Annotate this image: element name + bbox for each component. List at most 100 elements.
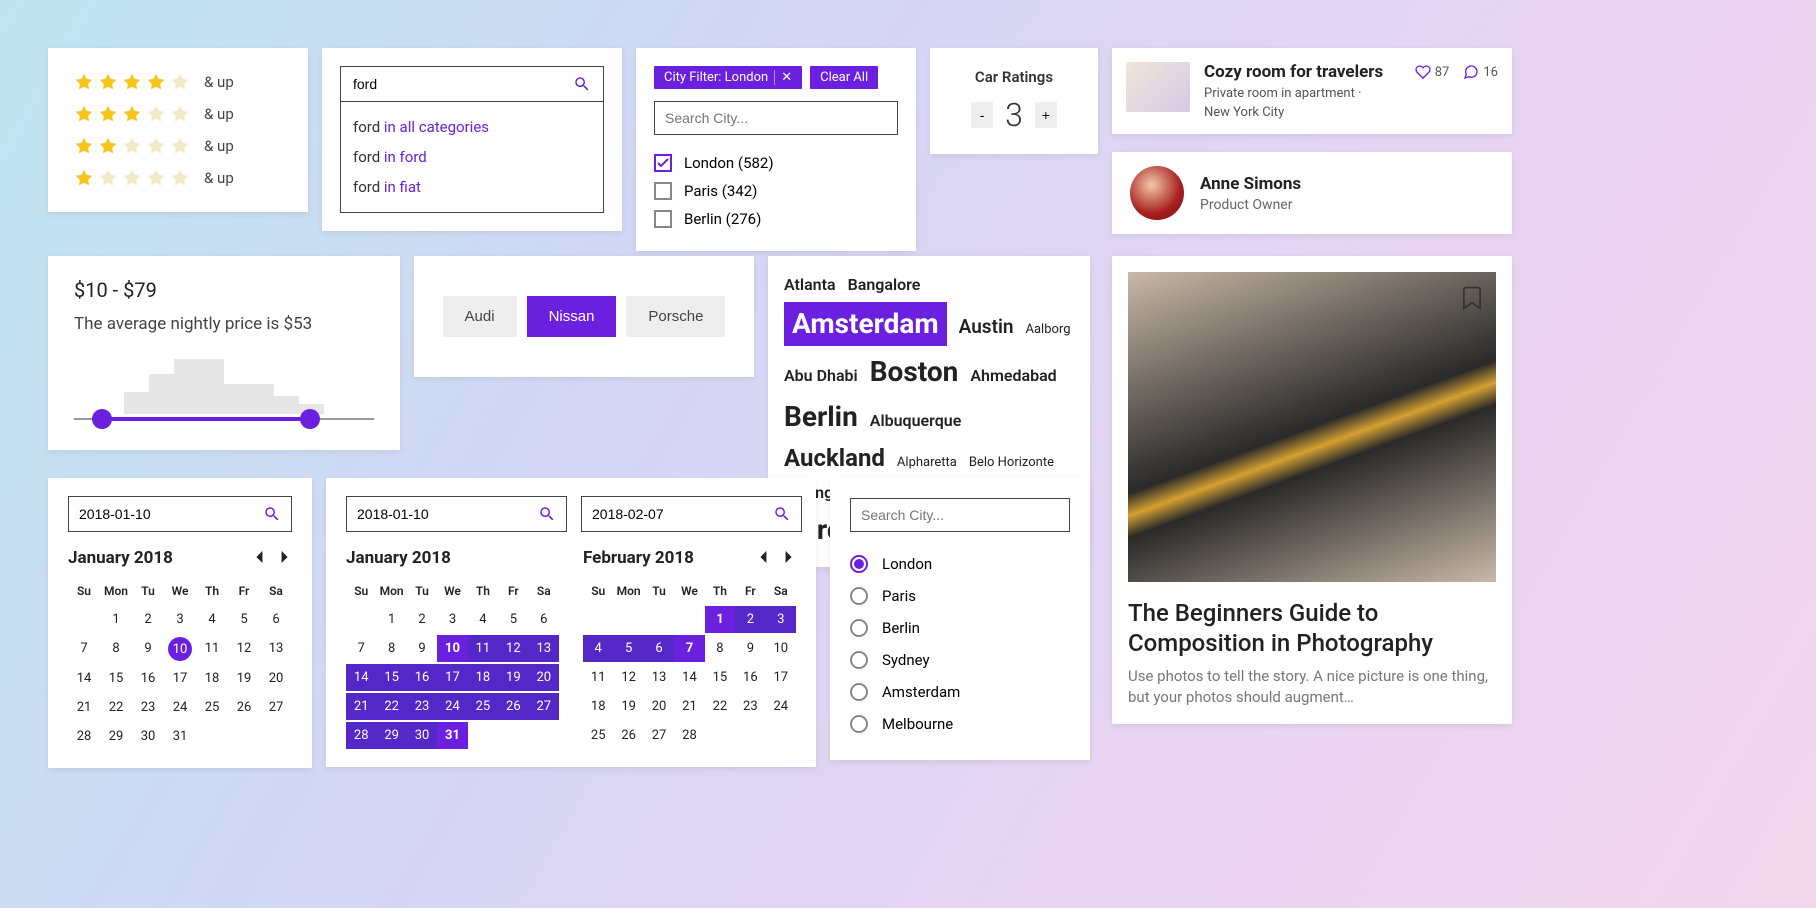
day-31[interactable]: 31 xyxy=(164,723,196,750)
day-27[interactable]: 27 xyxy=(260,694,292,721)
day-6[interactable]: 6 xyxy=(260,606,292,633)
tag-austin[interactable]: Austin xyxy=(959,314,1014,341)
city-search-input[interactable] xyxy=(654,101,898,135)
day-20[interactable]: 20 xyxy=(644,693,674,720)
day-2[interactable]: 2 xyxy=(735,606,765,633)
day-1[interactable]: 1 xyxy=(376,606,406,633)
day-3[interactable]: 3 xyxy=(766,606,796,633)
likes-count[interactable]: 87 xyxy=(1415,64,1450,80)
toggle-porsche[interactable]: Porsche xyxy=(626,296,725,337)
day-15[interactable]: 15 xyxy=(376,664,406,691)
tag-aalborg[interactable]: Aalborg xyxy=(1026,321,1071,339)
day-17[interactable]: 17 xyxy=(766,664,796,691)
listing-card[interactable]: Cozy room for travelers Private room in … xyxy=(1112,48,1512,134)
day-16[interactable]: 16 xyxy=(407,664,437,691)
date-input-end[interactable] xyxy=(581,496,802,532)
day-15[interactable]: 15 xyxy=(705,664,735,691)
day-30[interactable]: 30 xyxy=(407,722,437,749)
day-9[interactable]: 9 xyxy=(735,635,765,662)
clear-all-button[interactable]: Clear All xyxy=(810,66,878,89)
day-1[interactable]: 1 xyxy=(100,606,132,633)
date-field-end[interactable] xyxy=(592,506,773,522)
suggestion-1[interactable]: ford in ford xyxy=(353,142,591,172)
rating-row-3[interactable]: & up xyxy=(74,104,282,124)
day-9[interactable]: 9 xyxy=(132,635,164,663)
day-9[interactable]: 9 xyxy=(407,635,437,662)
suggestion-2[interactable]: ford in fiat xyxy=(353,172,591,202)
day-7[interactable]: 7 xyxy=(68,635,100,663)
day-29[interactable]: 29 xyxy=(100,723,132,750)
day-5[interactable]: 5 xyxy=(613,635,643,662)
day-28[interactable]: 28 xyxy=(674,722,704,749)
city-check-1[interactable]: Paris (342) xyxy=(654,177,898,205)
close-icon[interactable]: ✕ xyxy=(774,70,792,85)
day-2[interactable]: 2 xyxy=(132,606,164,633)
day-31[interactable]: 31 xyxy=(437,722,467,749)
tag-atlanta[interactable]: Atlanta xyxy=(784,274,836,296)
day-12[interactable]: 12 xyxy=(498,635,528,662)
prev-month-button[interactable] xyxy=(252,549,268,568)
day-22[interactable]: 22 xyxy=(100,694,132,721)
day-16[interactable]: 16 xyxy=(132,665,164,692)
date-field-start[interactable] xyxy=(357,506,538,522)
date-input[interactable] xyxy=(68,496,292,532)
day-6[interactable]: 6 xyxy=(644,635,674,662)
day-6[interactable]: 6 xyxy=(529,606,559,633)
radio-amsterdam[interactable]: Amsterdam xyxy=(850,676,1070,708)
toggle-nissan[interactable]: Nissan xyxy=(527,296,617,337)
day-21[interactable]: 21 xyxy=(674,693,704,720)
tag-berlin[interactable]: Berlin xyxy=(784,397,858,436)
suggestion-0[interactable]: ford in all categories xyxy=(353,112,591,142)
day-12[interactable]: 12 xyxy=(228,635,260,663)
decrement-button[interactable]: - xyxy=(971,102,993,128)
day-23[interactable]: 23 xyxy=(407,693,437,720)
day-11[interactable]: 11 xyxy=(583,664,613,691)
next-month-button[interactable] xyxy=(276,549,292,568)
day-13[interactable]: 13 xyxy=(644,664,674,691)
tag-abu dhabi[interactable]: Abu Dhabi xyxy=(784,365,858,387)
filter-pill-london[interactable]: City Filter: London ✕ xyxy=(654,66,802,89)
day-24[interactable]: 24 xyxy=(437,693,467,720)
bookmark-icon[interactable] xyxy=(1458,282,1486,314)
tag-ahmedabad[interactable]: Ahmedabad xyxy=(970,365,1056,387)
day-10[interactable]: 10 xyxy=(164,635,196,663)
city-check-2[interactable]: Berlin (276) xyxy=(654,205,898,233)
day-22[interactable]: 22 xyxy=(376,693,406,720)
day-4[interactable]: 4 xyxy=(196,606,228,633)
radio-melbourne[interactable]: Melbourne xyxy=(850,708,1070,740)
tag-albuquerque[interactable]: Albuquerque xyxy=(870,410,962,432)
day-26[interactable]: 26 xyxy=(228,694,260,721)
day-19[interactable]: 19 xyxy=(613,693,643,720)
slider-handle-min[interactable] xyxy=(92,409,112,429)
next-month-button[interactable] xyxy=(780,549,796,568)
day-19[interactable]: 19 xyxy=(498,664,528,691)
toggle-audi[interactable]: Audi xyxy=(443,296,517,337)
day-10[interactable]: 10 xyxy=(766,635,796,662)
day-30[interactable]: 30 xyxy=(132,723,164,750)
day-11[interactable]: 11 xyxy=(196,635,228,663)
day-14[interactable]: 14 xyxy=(68,665,100,692)
radio-paris[interactable]: Paris xyxy=(850,580,1070,612)
day-7[interactable]: 7 xyxy=(674,635,704,662)
day-5[interactable]: 5 xyxy=(498,606,528,633)
day-10[interactable]: 10 xyxy=(437,635,467,662)
day-19[interactable]: 19 xyxy=(228,665,260,692)
price-slider[interactable] xyxy=(74,418,374,420)
day-4[interactable]: 4 xyxy=(583,635,613,662)
comments-count[interactable]: 16 xyxy=(1463,64,1498,80)
day-7[interactable]: 7 xyxy=(346,635,376,662)
day-22[interactable]: 22 xyxy=(705,693,735,720)
day-17[interactable]: 17 xyxy=(437,664,467,691)
day-24[interactable]: 24 xyxy=(766,693,796,720)
day-26[interactable]: 26 xyxy=(498,693,528,720)
tag-boston[interactable]: Boston xyxy=(870,352,959,391)
day-8[interactable]: 8 xyxy=(376,635,406,662)
day-13[interactable]: 13 xyxy=(260,635,292,663)
rating-row-1[interactable]: & up xyxy=(74,168,282,188)
day-3[interactable]: 3 xyxy=(164,606,196,633)
day-5[interactable]: 5 xyxy=(228,606,260,633)
search-input[interactable] xyxy=(353,76,573,92)
tag-bangalore[interactable]: Bangalore xyxy=(848,274,921,296)
day-8[interactable]: 8 xyxy=(705,635,735,662)
day-25[interactable]: 25 xyxy=(583,722,613,749)
